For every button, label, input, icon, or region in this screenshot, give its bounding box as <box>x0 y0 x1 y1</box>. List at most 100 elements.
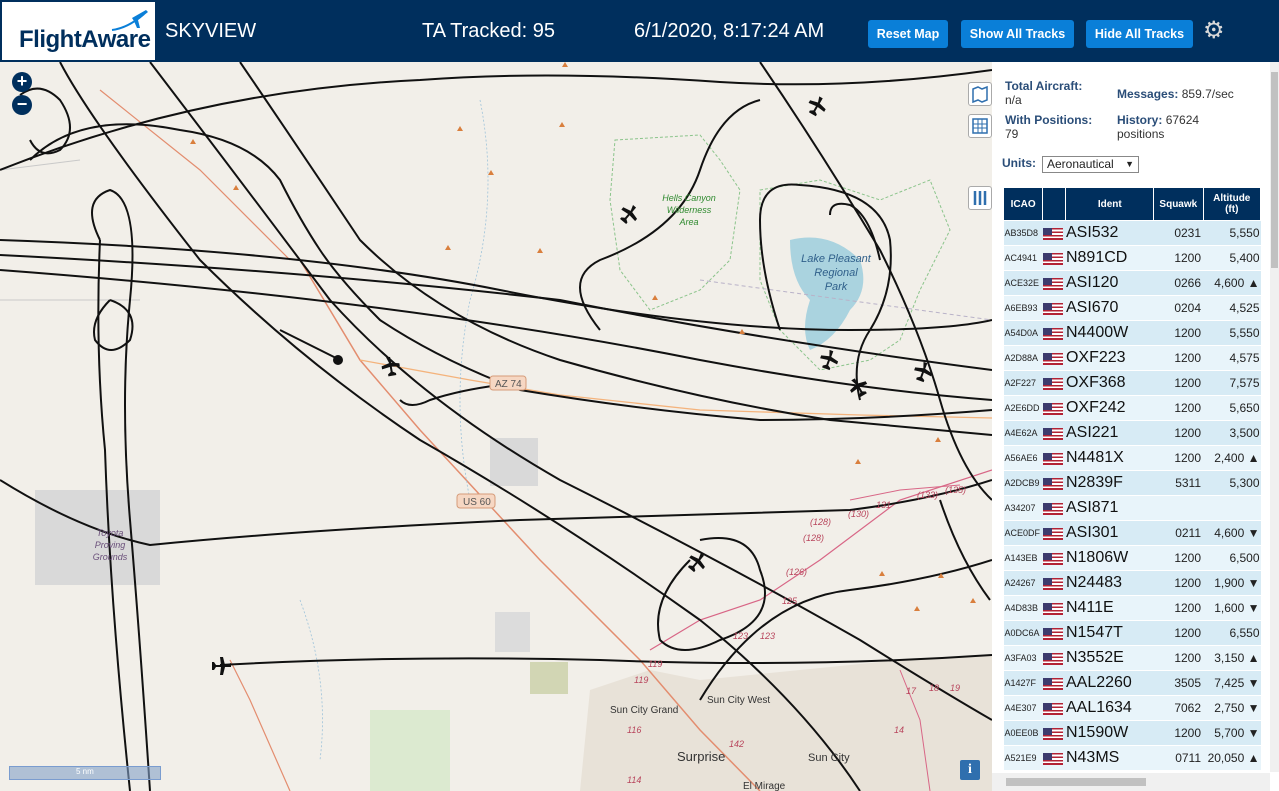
table-row[interactable]: A54D0A N4400W 1200 5,550 <box>1003 320 1261 346</box>
table-row[interactable]: A3FA03 N3552E 1200 3,150 ▲ <box>1003 645 1261 671</box>
aircraft-panel: Total Aircraft: n/a With Positions: 79 Mes… <box>992 62 1279 791</box>
squawk-cell: 0204 <box>1153 295 1204 321</box>
altitude-cell: 1,600 ▼ <box>1203 595 1261 621</box>
map-layer-icon[interactable] <box>968 82 992 106</box>
columns-icon[interactable] <box>968 186 992 210</box>
altitude-cell: 6,550 <box>1203 620 1261 646</box>
icao-cell: AC4941 <box>1003 245 1043 271</box>
flag-cell <box>1042 720 1066 746</box>
map-view[interactable]: AZ 74 US 60 Hells Canyon Wilderness Area… <box>0 62 992 791</box>
table-row[interactable]: AB35D8 ASI532 0231 5,550 <box>1003 220 1261 246</box>
zoom-in-button[interactable]: + <box>12 72 32 92</box>
col-ident[interactable]: Ident <box>1065 187 1155 221</box>
icao-cell: A143EB <box>1003 545 1043 571</box>
table-row[interactable]: A0EE0B N1590W 1200 5,700 ▼ <box>1003 720 1261 746</box>
us-flag-icon <box>1042 527 1063 540</box>
us-flag-icon <box>1042 327 1063 340</box>
table-row[interactable]: A143EB N1806W 1200 6,500 <box>1003 545 1261 571</box>
svg-text:123: 123 <box>733 631 748 641</box>
table-row[interactable]: A56AE6 N4481X 1200 2,400 ▲ <box>1003 445 1261 471</box>
altitude-cell: 3,500 <box>1203 420 1261 446</box>
scrollbar-thumb[interactable] <box>1006 778 1146 786</box>
history-count: History: 67624 positions <box>1117 113 1200 141</box>
el-mirage-label: El Mirage <box>743 781 786 791</box>
gear-icon[interactable]: ⚙ <box>1203 19 1225 43</box>
table-row[interactable]: A4E307 AAL1634 7062 2,750 ▼ <box>1003 695 1261 721</box>
squawk-cell: 0211 <box>1153 520 1204 546</box>
squawk-cell <box>1153 495 1204 521</box>
sun-city-grand-label: Sun City Grand <box>610 705 678 716</box>
icao-cell: A4E62A <box>1003 420 1043 446</box>
reset-map-button[interactable]: Reset Map <box>868 20 948 48</box>
icao-cell: A4D83B <box>1003 595 1043 621</box>
flag-cell <box>1042 245 1066 271</box>
flag-cell <box>1042 595 1066 621</box>
table-row[interactable]: A1427F AAL2260 3505 7,425 ▼ <box>1003 670 1261 696</box>
ident-cell: N3552E <box>1065 645 1154 671</box>
table-row[interactable]: A34207 ASI871 <box>1003 495 1261 521</box>
flag-cell <box>1042 495 1066 521</box>
ident-cell: ASI221 <box>1065 420 1154 446</box>
squawk-cell: 1200 <box>1153 370 1204 396</box>
panel-horizontal-scrollbar[interactable] <box>992 773 1270 791</box>
table-row[interactable]: A6EB93 ASI670 0204 4,525 <box>1003 295 1261 321</box>
altitude-cell: 7,425 ▼ <box>1203 670 1261 696</box>
svg-text:116: 116 <box>627 725 641 735</box>
icao-cell: A3FA03 <box>1003 645 1043 671</box>
svg-text:Grounds: Grounds <box>93 552 128 562</box>
table-row[interactable]: ACE0DF ASI301 0211 4,600 ▼ <box>1003 520 1261 546</box>
svg-text:(128): (128) <box>810 517 831 527</box>
info-button[interactable]: i <box>960 760 980 780</box>
table-row[interactable]: A2D88A OXF223 1200 4,575 <box>1003 345 1261 371</box>
altitude-cell: 6,500 <box>1203 545 1261 571</box>
svg-text:(133): (133) <box>917 490 938 500</box>
ident-cell: OXF368 <box>1065 370 1154 396</box>
squawk-cell: 1200 <box>1153 595 1204 621</box>
wash-1 <box>459 99 489 501</box>
icao-cell: A34207 <box>1003 495 1043 521</box>
table-row[interactable]: A2E6DD OXF242 1200 5,650 <box>1003 395 1261 421</box>
us-flag-icon <box>1042 352 1063 365</box>
messages-rate: Messages: 859.7/sec <box>1117 87 1234 101</box>
flightaware-logo[interactable]: FlightAware <box>2 2 155 60</box>
col-icao[interactable]: ICAO <box>1002 187 1044 221</box>
table-row[interactable]: A2F227 OXF368 1200 7,575 <box>1003 370 1261 396</box>
table-row[interactable]: A24267 N24483 1200 1,900 ▼ <box>1003 570 1261 596</box>
squawk-cell: 1200 <box>1153 570 1204 596</box>
col-flag[interactable] <box>1042 187 1067 221</box>
table-row[interactable]: AC4941 N891CD 1200 5,400 <box>1003 245 1261 271</box>
svg-text:123: 123 <box>760 631 775 641</box>
table-row[interactable]: A2DCB9 N2839F 5311 5,300 <box>1003 470 1261 496</box>
ident-cell: AAL2260 <box>1065 670 1154 696</box>
flag-cell <box>1042 445 1066 471</box>
table-row[interactable]: A0DC6A N1547T 1200 6,550 <box>1003 620 1261 646</box>
show-all-tracks-button[interactable]: Show All Tracks <box>961 20 1074 48</box>
map-canvas[interactable]: AZ 74 US 60 Hells Canyon Wilderness Area… <box>0 62 992 791</box>
squawk-cell: 0266 <box>1153 270 1204 296</box>
grid-icon[interactable] <box>968 114 992 138</box>
park-area <box>370 710 450 791</box>
table-row[interactable]: A4D83B N411E 1200 1,600 ▼ <box>1003 595 1261 621</box>
units-select[interactable]: Aeronautical ▼ <box>1042 156 1139 173</box>
panel-vertical-scrollbar[interactable] <box>1270 62 1279 772</box>
hide-all-tracks-button[interactable]: Hide All Tracks <box>1086 20 1193 48</box>
scrollbar-thumb[interactable] <box>1271 72 1278 268</box>
flag-cell <box>1042 320 1066 346</box>
us-flag-icon <box>1042 652 1063 665</box>
ident-cell: ASI871 <box>1065 495 1154 521</box>
airport-marker[interactable] <box>333 355 343 365</box>
zoom-out-button[interactable]: − <box>12 95 32 115</box>
us-flag-icon <box>1042 477 1063 490</box>
ident-cell: N1590W <box>1065 720 1154 746</box>
surprise-label: Surprise <box>677 749 725 764</box>
table-row[interactable]: A4E62A ASI221 1200 3,500 <box>1003 420 1261 446</box>
altitude-cell: 4,600 ▲ <box>1203 270 1261 296</box>
svg-text:19: 19 <box>950 683 960 693</box>
table-row[interactable]: A521E9 N43MS 0711 20,050 ▲ <box>1003 745 1261 771</box>
svg-text:131: 131 <box>876 500 891 510</box>
col-altitude[interactable]: Altitude (ft) <box>1202 187 1262 221</box>
table-row[interactable]: ACE32E ASI120 0266 4,600 ▲ <box>1003 270 1261 296</box>
altitude-cell: 1,900 ▼ <box>1203 570 1261 596</box>
road-sw <box>229 659 291 791</box>
col-squawk[interactable]: Squawk <box>1153 187 1204 221</box>
